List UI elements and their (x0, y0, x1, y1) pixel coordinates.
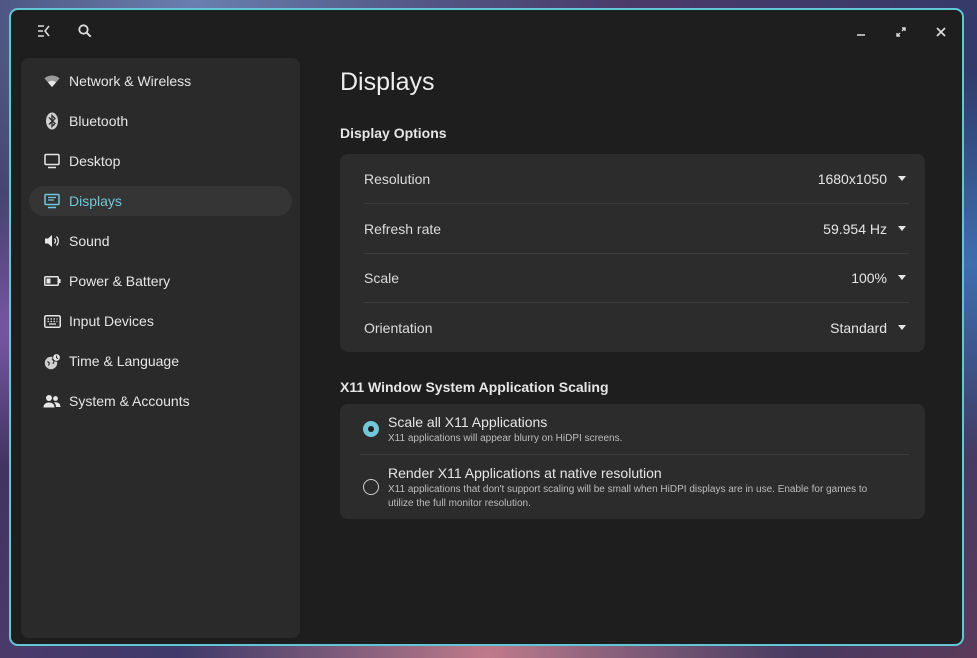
bluetooth-icon (42, 111, 62, 131)
headerbar (11, 10, 962, 58)
x11-scaling-card: Scale all X11 Applications X11 applicati… (340, 404, 925, 519)
sidebar-collapse-icon (37, 24, 51, 42)
radio-unselected[interactable] (363, 479, 379, 495)
time-language-icon (42, 351, 62, 371)
radio-label: Scale all X11 Applications (388, 414, 548, 430)
radio-label: Render X11 Applications at native resolu… (388, 465, 662, 481)
search-button[interactable] (74, 22, 96, 44)
display-options-card: Resolution 1680x1050 Refresh rate 59.954… (340, 154, 925, 352)
radio-text: Scale all X11 Applications X11 applicati… (388, 414, 909, 446)
sidebar-item-label: Sound (69, 233, 110, 249)
sidebar-item-label: Desktop (69, 153, 121, 169)
sidebar-item-label: Power & Battery (69, 273, 171, 289)
sidebar-item-power-battery[interactable]: Power & Battery (29, 266, 292, 296)
main-content: Displays Display Options Resolution 1680… (340, 58, 962, 644)
radio-text: Render X11 Applications at native resolu… (388, 465, 869, 511)
refresh-rate-label: Refresh rate (364, 220, 442, 237)
scale-value: 100% (851, 269, 887, 286)
sidebar-item-time-language[interactable]: Time & Language (29, 346, 292, 376)
sidebar-item-label: Input Devices (69, 313, 154, 329)
settings-window: Network & Wireless Bluetooth Desktop Dis… (9, 8, 964, 646)
maximize-button[interactable] (890, 22, 912, 44)
refresh-rate-dropdown[interactable]: 59.954 Hz (823, 221, 909, 237)
scale-dropdown[interactable]: 100% (851, 270, 909, 286)
chevron-down-icon (898, 226, 906, 231)
display-options-heading: Display Options (340, 125, 447, 141)
sidebar-collapse-button[interactable] (33, 22, 55, 44)
maximize-icon (896, 24, 906, 42)
scale-label: Scale (364, 269, 400, 286)
sidebar-item-label: System & Accounts (69, 393, 190, 409)
sidebar-item-label: Bluetooth (69, 113, 129, 129)
x11-scaling-heading: X11 Window System Application Scaling (340, 379, 609, 395)
battery-icon (42, 271, 62, 291)
resolution-row: Resolution 1680x1050 (364, 154, 909, 204)
sidebar-item-desktop[interactable]: Desktop (29, 146, 292, 176)
orientation-label: Orientation (364, 319, 433, 336)
page-title: Displays (340, 68, 435, 96)
x11-scale-all-option[interactable]: Scale all X11 Applications X11 applicati… (360, 404, 909, 455)
resolution-label: Resolution (364, 170, 431, 187)
chevron-down-icon (898, 176, 906, 181)
sidebar: Network & Wireless Bluetooth Desktop Dis… (21, 58, 300, 638)
search-icon (78, 23, 92, 43)
close-icon (936, 24, 946, 42)
refresh-rate-value: 59.954 Hz (823, 220, 887, 237)
sidebar-item-label: Displays (69, 193, 122, 209)
monitor-icon (42, 151, 62, 171)
sidebar-item-sound[interactable]: Sound (29, 226, 292, 256)
scale-row: Scale 100% (364, 253, 909, 303)
radio-description: X11 applications will appear blurry on H… (388, 433, 623, 444)
resolution-dropdown[interactable]: 1680x1050 (818, 171, 909, 187)
radio-selected[interactable] (363, 421, 379, 437)
sidebar-item-input-devices[interactable]: Input Devices (29, 306, 292, 336)
close-button[interactable] (930, 22, 952, 44)
sidebar-item-system-accounts[interactable]: System & Accounts (29, 386, 292, 416)
x11-native-resolution-option[interactable]: Render X11 Applications at native resolu… (360, 455, 909, 519)
chevron-down-icon (898, 275, 906, 280)
resolution-value: 1680x1050 (817, 170, 887, 187)
sidebar-item-displays[interactable]: Displays (29, 186, 292, 216)
radio-description: X11 applications that don't support scal… (388, 484, 868, 509)
keyboard-icon (42, 311, 62, 331)
wifi-icon (42, 71, 62, 91)
speaker-icon (42, 231, 62, 251)
orientation-dropdown[interactable]: Standard (830, 320, 909, 336)
chevron-down-icon (898, 325, 906, 330)
sidebar-item-network-wireless[interactable]: Network & Wireless (29, 66, 292, 96)
orientation-row: Orientation Standard (364, 303, 909, 352)
sidebar-item-label: Network & Wireless (69, 73, 192, 89)
users-icon (42, 391, 62, 411)
sidebar-item-bluetooth[interactable]: Bluetooth (29, 106, 292, 136)
minimize-button[interactable] (850, 22, 872, 44)
orientation-value: Standard (830, 319, 887, 336)
display-icon (42, 191, 62, 211)
refresh-rate-row: Refresh rate 59.954 Hz (364, 204, 909, 254)
sidebar-item-label: Time & Language (69, 353, 179, 369)
minimize-icon (856, 24, 866, 42)
